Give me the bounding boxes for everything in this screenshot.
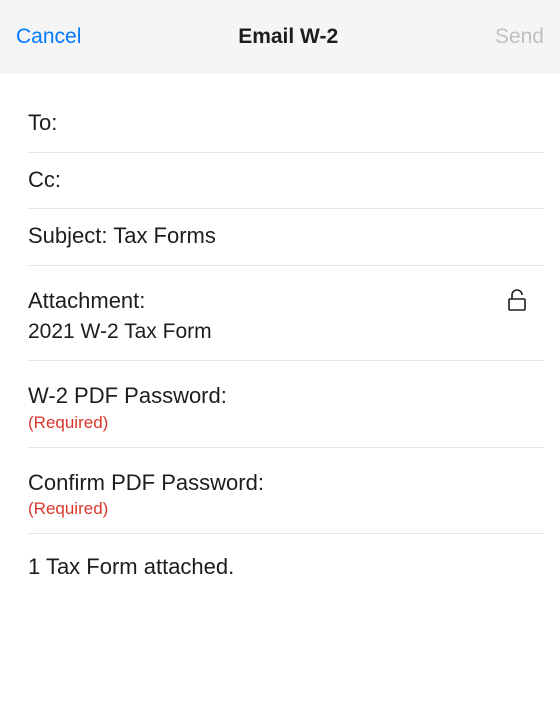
compose-header: Cancel Email W-2 Send	[0, 0, 560, 74]
confirm-password-required: (Required)	[28, 499, 528, 519]
attachment-name: 2021 W-2 Tax Form	[28, 318, 212, 346]
confirm-password-field[interactable]: Confirm PDF Password: (Required)	[28, 448, 544, 535]
subject-label: Subject: Tax Forms	[28, 221, 528, 251]
header-title: Email W-2	[238, 25, 338, 49]
lock-icon	[506, 288, 528, 317]
subject-field[interactable]: Subject: Tax Forms	[28, 209, 544, 266]
password-label: W-2 PDF Password:	[28, 381, 528, 411]
cc-field[interactable]: Cc:	[28, 153, 544, 210]
attached-count-text: 1 Tax Form attached.	[28, 554, 528, 580]
attachment-label: Attachment:	[28, 286, 212, 316]
attachment-field[interactable]: Attachment: 2021 W-2 Tax Form	[28, 266, 544, 361]
send-button[interactable]: Send	[495, 25, 544, 49]
email-body[interactable]: 1 Tax Form attached.	[28, 534, 544, 594]
to-label: To:	[28, 108, 528, 138]
to-field[interactable]: To:	[28, 74, 544, 153]
password-required: (Required)	[28, 413, 528, 433]
password-field[interactable]: W-2 PDF Password: (Required)	[28, 361, 544, 448]
cc-label: Cc:	[28, 165, 528, 195]
confirm-password-label: Confirm PDF Password:	[28, 468, 528, 498]
cancel-button[interactable]: Cancel	[16, 25, 81, 49]
